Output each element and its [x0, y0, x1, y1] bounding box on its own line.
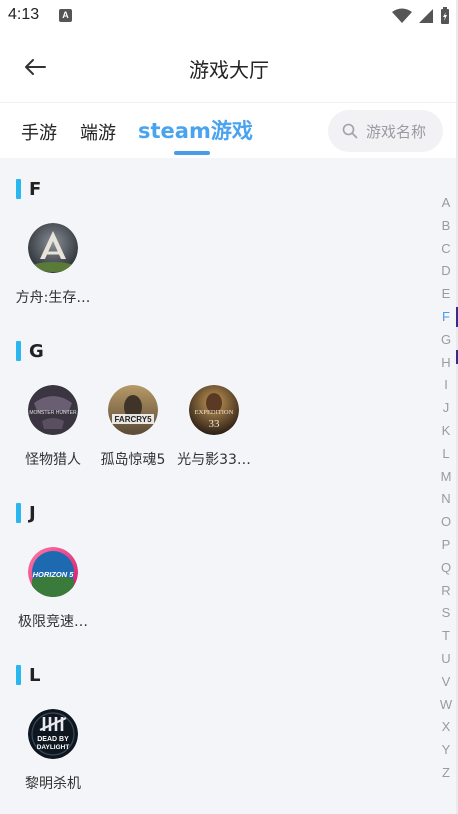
svg-text:DAYLIGHT: DAYLIGHT: [37, 744, 70, 751]
svg-text:FARCRY5: FARCRY5: [114, 415, 152, 424]
alphabet-letter-u[interactable]: U: [436, 648, 456, 671]
alphabet-letter-n[interactable]: N: [436, 488, 456, 511]
section-marker: [16, 665, 21, 685]
game-name: 怪物猎人: [25, 452, 81, 468]
alphabet-letter-w[interactable]: W: [436, 694, 456, 717]
alphabet-letter-f[interactable]: F: [436, 306, 456, 329]
status-time: 4:13: [8, 6, 40, 23]
alphabet-letter-s[interactable]: S: [436, 602, 456, 625]
game-name: 方舟:生存…: [15, 290, 91, 306]
status-icons: [392, 6, 450, 26]
section-letter: F: [29, 178, 42, 200]
section-header-g: G: [16, 340, 44, 362]
section-marker: [16, 179, 21, 199]
alphabet-letter-o[interactable]: O: [436, 511, 456, 534]
alphabet-letter-z[interactable]: Z: [436, 762, 456, 785]
game-name: 极限竞速…: [18, 614, 88, 630]
svg-text:DEAD BY: DEAD BY: [37, 736, 69, 743]
alphabet-letter-h[interactable]: H: [436, 352, 456, 375]
status-bar: 4:13 A: [0, 0, 458, 32]
game-item-forza-horizon-5[interactable]: HORIZON 5 极限竞速…: [14, 547, 92, 631]
tab-pc-games[interactable]: 端游: [80, 119, 116, 145]
search-icon: [342, 123, 358, 139]
search-placeholder: 游戏名称: [366, 122, 427, 141]
alphabet-letter-c[interactable]: C: [436, 238, 456, 261]
game-name: 光与影33…: [177, 452, 251, 468]
section-letter: J: [29, 502, 36, 524]
tab-steam-games[interactable]: steam游戏: [138, 115, 253, 145]
alphabet-letter-k[interactable]: K: [436, 420, 456, 443]
alphabet-letter-b[interactable]: B: [436, 215, 456, 238]
game-item-expedition-33[interactable]: EXPEDITION 33 光与影33…: [175, 385, 253, 469]
alphabet-letter-y[interactable]: Y: [436, 739, 456, 762]
alphabet-letter-x[interactable]: X: [436, 716, 456, 739]
alphabet-letter-i[interactable]: I: [436, 374, 456, 397]
monster-hunter-game-icon: MONSTER HUNTER: [28, 385, 78, 435]
notification-icon: A: [59, 9, 72, 22]
section-marker: [16, 341, 21, 361]
forza-horizon-5-game-icon: HORIZON 5: [28, 547, 78, 597]
app-header: 游戏大厅: [0, 32, 458, 102]
dead-by-daylight-game-icon: DEAD BY DAYLIGHT: [28, 709, 78, 759]
alphabet-index[interactable]: ABCDEFGHIJKLMNOPQRSTUVWXYZ: [436, 192, 456, 785]
alphabet-letter-t[interactable]: T: [436, 625, 456, 648]
section-header-j: J: [16, 502, 36, 524]
tab-mobile-games[interactable]: 手游: [21, 119, 57, 145]
alphabet-letter-l[interactable]: L: [436, 443, 456, 466]
game-name: 孤岛惊魂5: [100, 452, 166, 468]
battery-icon: [441, 7, 449, 24]
alphabet-letter-a[interactable]: A: [436, 192, 456, 215]
alphabet-letter-j[interactable]: J: [436, 397, 456, 420]
alphabet-letter-q[interactable]: Q: [436, 557, 456, 580]
wifi-icon: [392, 8, 412, 23]
alphabet-letter-m[interactable]: M: [436, 466, 456, 489]
active-tab-indicator: [174, 151, 210, 155]
alphabet-letter-e[interactable]: E: [436, 283, 456, 306]
svg-text:EXPEDITION: EXPEDITION: [195, 409, 234, 416]
ark-game-icon: [28, 223, 78, 273]
game-list: F 方舟:生存… G MONSTER HUNTER 怪物猎人 F A RCRY5 孤…: [0, 158, 456, 814]
section-marker: [16, 503, 21, 523]
game-item-monster-hunter[interactable]: MONSTER HUNTER 怪物猎人: [14, 385, 92, 469]
game-item-far-cry-5[interactable]: FARCRY5 孤岛惊魂5: [94, 385, 172, 469]
search-input[interactable]: 游戏名称: [328, 110, 443, 152]
alphabet-letter-g[interactable]: G: [436, 329, 456, 352]
alphabet-letter-d[interactable]: D: [436, 260, 456, 283]
game-item-dead-by-daylight[interactable]: DEAD BY DAYLIGHT 黎明杀机: [14, 709, 92, 793]
signal-icon: [419, 9, 433, 23]
game-item-ark[interactable]: 方舟:生存…: [14, 223, 92, 307]
section-letter: L: [29, 664, 41, 686]
section-letter: G: [29, 340, 44, 362]
section-header-f: F: [16, 178, 41, 200]
game-name: 黎明杀机: [25, 776, 81, 792]
section-header-l: L: [16, 664, 40, 686]
svg-text:33: 33: [209, 418, 221, 430]
alphabet-letter-r[interactable]: R: [436, 580, 456, 603]
category-tabs: 手游 端游 steam游戏 游戏名称: [0, 102, 458, 158]
alphabet-letter-p[interactable]: P: [436, 534, 456, 557]
page-title: 游戏大厅: [189, 58, 269, 82]
alphabet-letter-v[interactable]: V: [436, 671, 456, 694]
svg-text:MONSTER HUNTER: MONSTER HUNTER: [29, 410, 77, 416]
svg-text:HORIZON 5: HORIZON 5: [33, 570, 75, 579]
far-cry-5-game-icon: FARCRY5: [108, 385, 158, 435]
expedition-33-game-icon: EXPEDITION 33: [189, 385, 239, 435]
